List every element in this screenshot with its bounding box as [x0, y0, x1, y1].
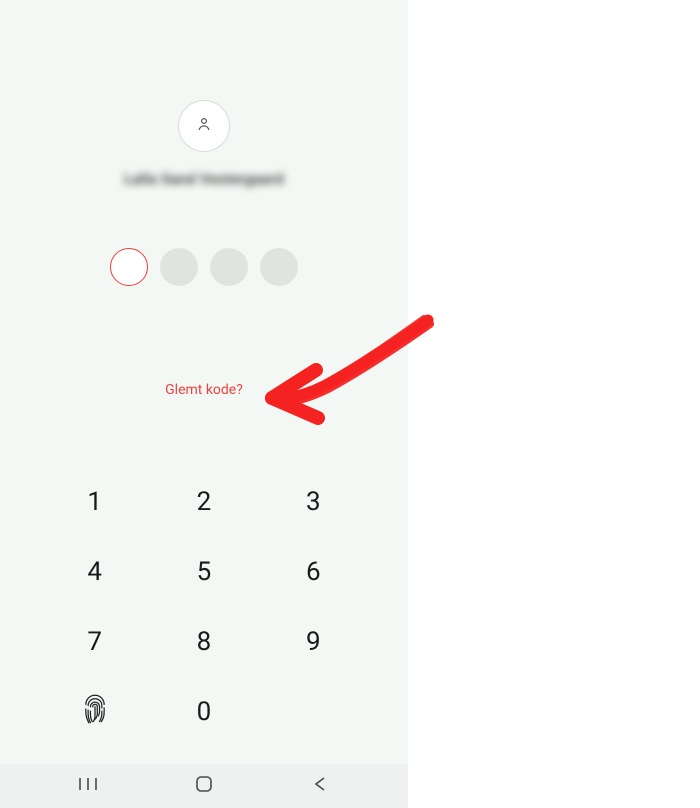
fingerprint-button[interactable]: [40, 692, 149, 732]
nav-home-button[interactable]: [184, 775, 224, 797]
key-6[interactable]: 6: [259, 552, 368, 592]
lock-screen-content: Lalla Sand Vestergaard Glemt kode? 1 2 3…: [0, 0, 408, 764]
key-5[interactable]: 5: [149, 552, 258, 592]
key-3[interactable]: 3: [259, 482, 368, 522]
person-icon: [195, 115, 213, 137]
phone-screen: Lalla Sand Vestergaard Glemt kode? 1 2 3…: [0, 0, 408, 808]
nav-back-button[interactable]: [300, 776, 340, 796]
key-4[interactable]: 4: [40, 552, 149, 592]
android-nav-bar: [0, 764, 408, 808]
forgot-code-link[interactable]: Glemt kode?: [165, 382, 243, 398]
pin-dot-2: [160, 248, 198, 286]
fingerprint-icon: [81, 693, 109, 732]
back-icon: [313, 776, 327, 796]
numeric-keypad: 1 2 3 4 5 6 7 8 9: [0, 482, 408, 732]
key-empty: [259, 692, 368, 732]
avatar-circle: [178, 100, 230, 152]
key-1[interactable]: 1: [40, 482, 149, 522]
nav-recent-button[interactable]: [68, 776, 108, 796]
key-8[interactable]: 8: [149, 622, 258, 662]
pin-dot-1: [110, 248, 148, 286]
key-9[interactable]: 9: [259, 622, 368, 662]
pin-dots: [110, 248, 298, 286]
home-icon: [195, 775, 213, 797]
pin-dot-4: [260, 248, 298, 286]
key-2[interactable]: 2: [149, 482, 258, 522]
user-name: Lalla Sand Vestergaard: [124, 170, 284, 188]
key-0[interactable]: 0: [149, 692, 258, 732]
key-7[interactable]: 7: [40, 622, 149, 662]
pin-dot-3: [210, 248, 248, 286]
recent-apps-icon: [78, 776, 98, 796]
